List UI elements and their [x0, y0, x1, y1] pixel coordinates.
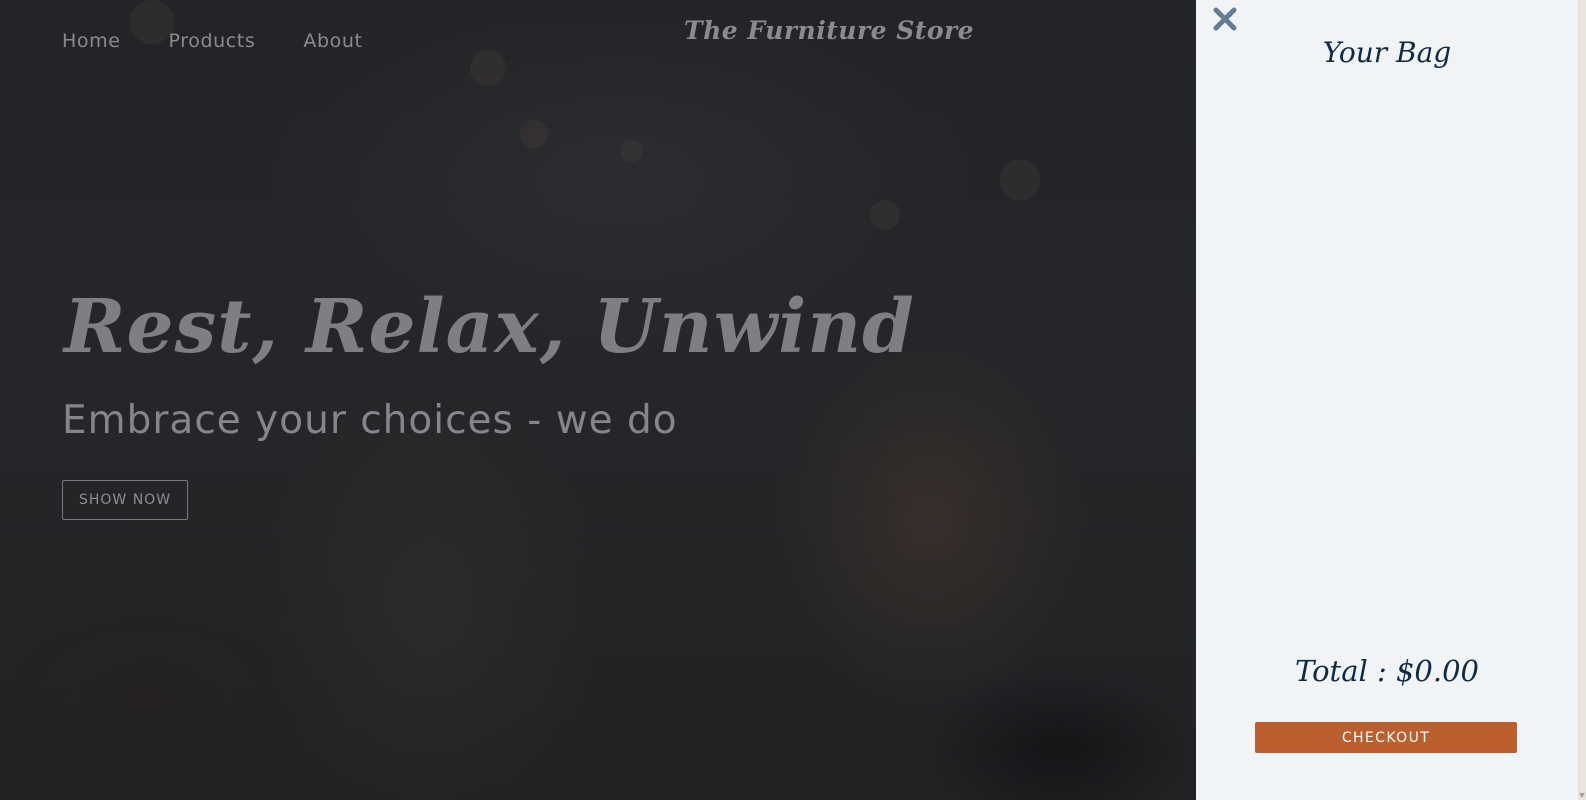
page: Home Products About The Furniture Store …: [0, 0, 1586, 800]
page-scrollbar[interactable]: [1578, 0, 1586, 800]
hero-subtitle: Embrace your choices - we do: [62, 398, 678, 443]
checkout-button[interactable]: CHECKOUT: [1255, 722, 1517, 753]
close-icon[interactable]: [1212, 6, 1238, 32]
navbar: Home Products About The Furniture Store: [0, 0, 1196, 86]
cart-total: Total : $0.00: [1295, 654, 1479, 688]
nav-link-products[interactable]: Products: [169, 30, 256, 52]
cart-sidebar: Your Bag Total : $0.00 CHECKOUT: [1196, 0, 1578, 800]
brand-logo-text[interactable]: The Furniture Store: [684, 16, 974, 45]
show-now-button[interactable]: SHOW NOW: [62, 480, 188, 520]
nav-links: Home Products About: [62, 30, 363, 52]
nav-link-home[interactable]: Home: [62, 30, 121, 52]
scroll-down-arrow-icon[interactable]: [1578, 786, 1586, 798]
cart-title: Your Bag: [1322, 36, 1452, 69]
nav-link-about[interactable]: About: [303, 30, 362, 52]
hero-title: Rest, Relax, Unwind: [64, 284, 915, 370]
